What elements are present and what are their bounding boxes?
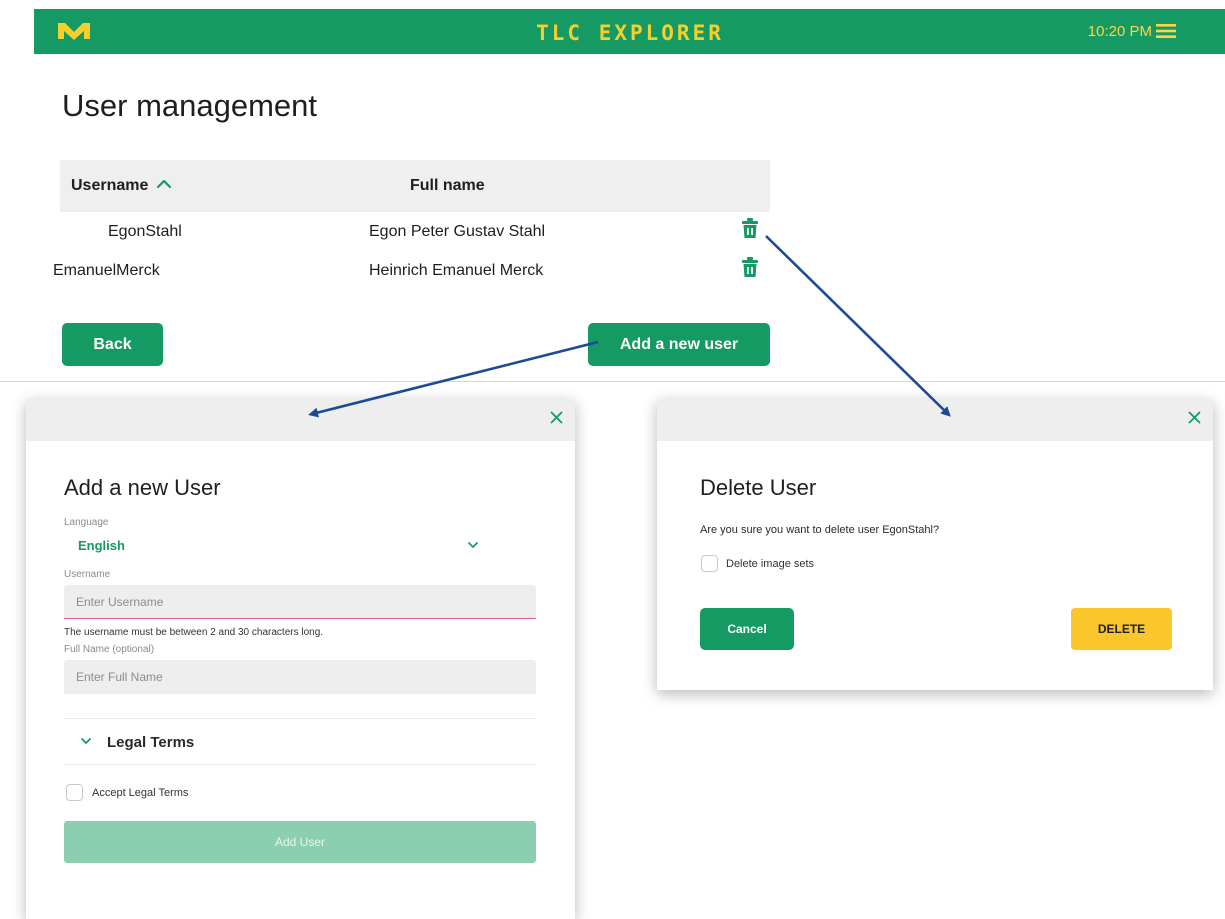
full-name-cell: Heinrich Emanuel Merck xyxy=(369,262,544,279)
cancel-button[interactable]: Cancel xyxy=(700,608,794,650)
section-divider xyxy=(0,381,1225,382)
clock-time: 10:20 PM xyxy=(1087,23,1152,40)
dialog-title: Add a new User xyxy=(64,475,221,500)
language-select[interactable]: English xyxy=(78,538,125,553)
back-button[interactable]: Back xyxy=(62,323,163,366)
dialog-header xyxy=(657,399,1213,441)
hamburger-menu-icon[interactable] xyxy=(1156,23,1176,39)
add-user-submit-button[interactable]: Add User xyxy=(64,821,536,863)
accept-legal-label: Accept Legal Terms xyxy=(92,787,189,799)
user-table-header: Username Full name xyxy=(60,160,770,212)
full-name-label: Full Name (optional) xyxy=(64,644,155,655)
delete-user-dialog: Delete User Are you sure you want to del… xyxy=(657,399,1213,690)
table-row: EgonStahl Egon Peter Gustav Stahl xyxy=(60,213,770,251)
trash-icon[interactable] xyxy=(741,257,759,278)
username-input[interactable] xyxy=(64,585,536,619)
divider xyxy=(64,718,536,719)
legal-terms-toggle[interactable]: Legal Terms xyxy=(107,734,194,751)
chevron-down-icon[interactable] xyxy=(79,734,93,748)
chevron-down-icon[interactable] xyxy=(467,541,479,549)
delete-image-sets-checkbox[interactable] xyxy=(701,555,718,572)
full-name-input[interactable] xyxy=(64,660,536,694)
dialog-header xyxy=(26,399,575,441)
app-title: TLC EXPLORER xyxy=(536,21,724,45)
username-cell: EgonStahl xyxy=(108,223,182,240)
username-label: Username xyxy=(64,569,111,580)
divider xyxy=(64,764,536,765)
full-name-column-header: Full name xyxy=(410,177,485,194)
username-error-text: The username must be between 2 and 30 ch… xyxy=(64,627,324,638)
add-new-user-button[interactable]: Add a new user xyxy=(588,323,770,366)
table-row: EmanuelMerck Heinrich Emanuel Merck xyxy=(53,252,770,290)
dialog-title: Delete User xyxy=(700,475,817,500)
accept-legal-checkbox[interactable] xyxy=(66,784,83,801)
language-label: Language xyxy=(64,517,109,528)
page-title: User management xyxy=(62,88,318,123)
delete-image-sets-label: Delete image sets xyxy=(726,558,815,570)
trash-icon[interactable] xyxy=(741,218,759,239)
delete-button[interactable]: DELETE xyxy=(1071,608,1172,650)
add-user-dialog: Add a new User Language English Username… xyxy=(26,399,575,919)
username-cell: EmanuelMerck xyxy=(53,262,160,279)
top-bar: TLC EXPLORER 10:20 PM xyxy=(34,9,1225,54)
sort-ascending-icon[interactable] xyxy=(156,178,172,190)
close-icon[interactable] xyxy=(550,411,563,424)
delete-confirmation-text: Are you sure you want to delete user Ego… xyxy=(700,524,940,536)
close-icon[interactable] xyxy=(1188,411,1201,424)
arrow-delete-user xyxy=(765,235,951,417)
full-name-cell: Egon Peter Gustav Stahl xyxy=(369,223,546,240)
username-column-header[interactable]: Username xyxy=(71,177,148,195)
